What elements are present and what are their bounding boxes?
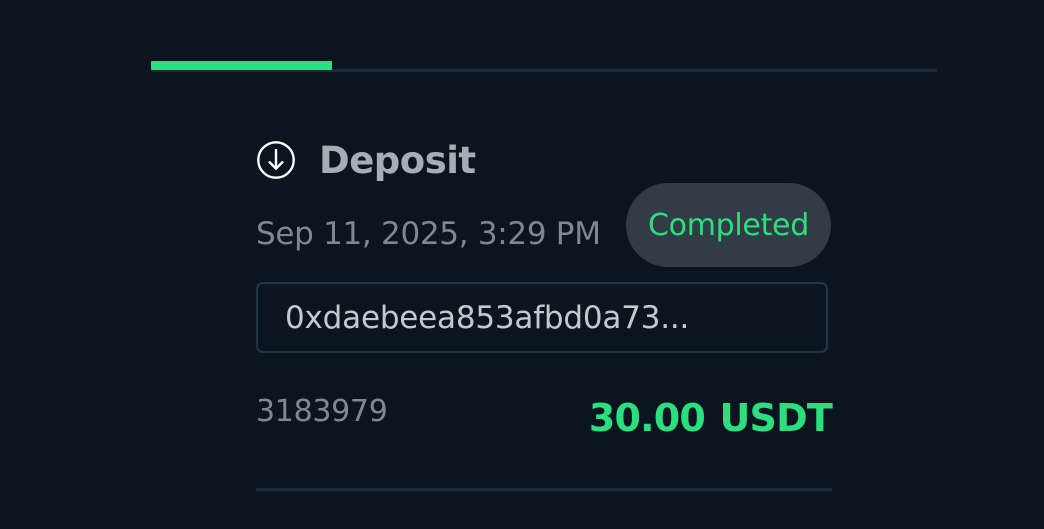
transaction-type-row: Deposit — [256, 136, 476, 184]
transaction-type-label: Deposit — [319, 138, 476, 182]
divider — [256, 488, 832, 491]
transaction-hash-field[interactable]: 0xdaebeea853afbd0a73... — [256, 282, 828, 353]
transaction-page: Deposit Sep 11, 2025, 3:29 PM Completed … — [0, 0, 1044, 529]
progress-track — [151, 61, 937, 72]
arrow-down-circle-icon — [256, 140, 296, 180]
status-badge: Completed — [626, 183, 831, 267]
transaction-id: 3183979 — [256, 394, 388, 429]
transaction-amount: 30.00 USDT — [588, 396, 833, 440]
transaction-datetime: Sep 11, 2025, 3:29 PM — [256, 216, 601, 252]
transaction-card[interactable]: Deposit Sep 11, 2025, 3:29 PM Completed … — [256, 130, 833, 492]
progress-fill — [151, 61, 332, 70]
